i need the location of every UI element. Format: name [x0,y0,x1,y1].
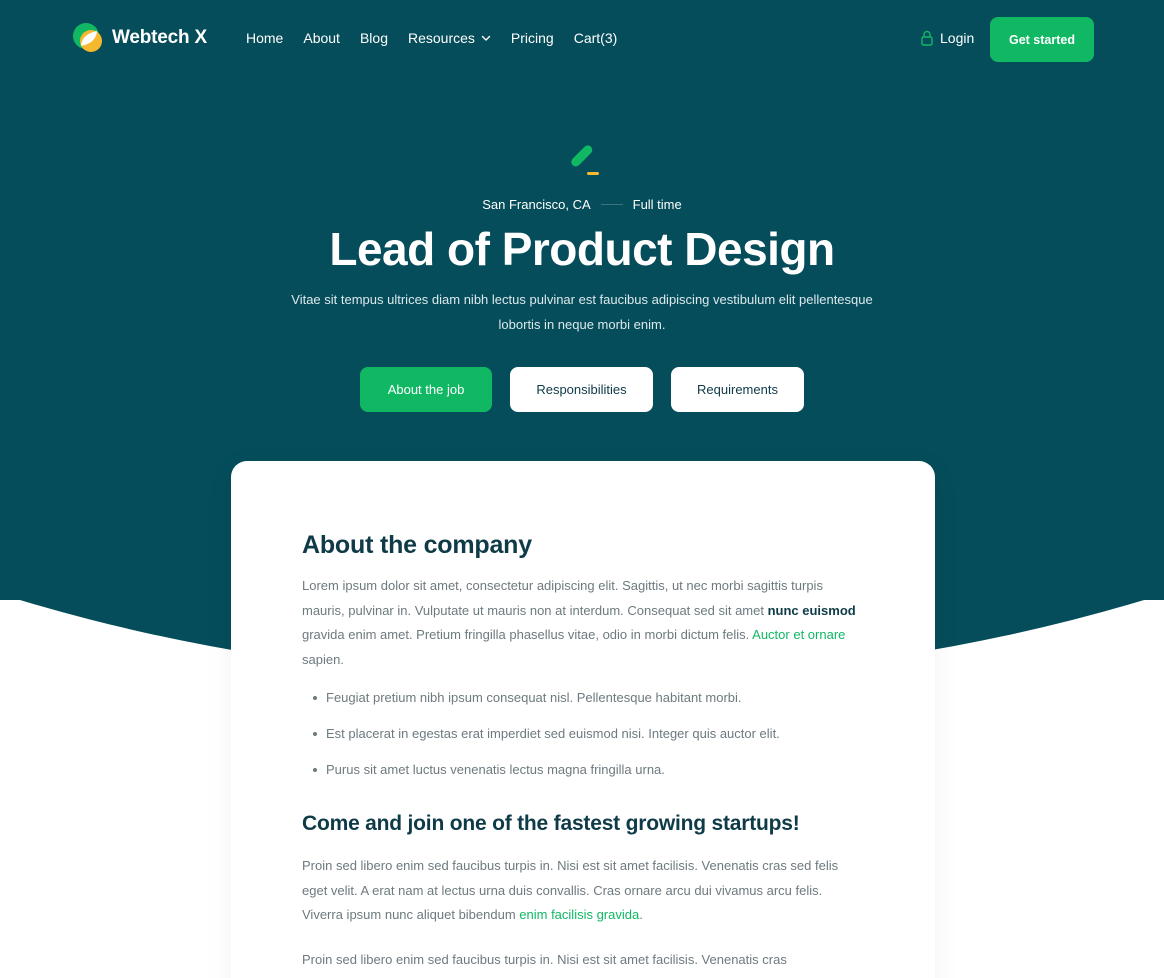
section-tabs: About the job Responsibilities Requireme… [360,367,822,412]
get-started-button[interactable]: Get started [990,17,1094,62]
about-company-paragraph: Lorem ipsum dolor sit amet, consectetur … [302,574,862,672]
brand-name: Webtech X [112,27,207,48]
tab-about-the-job[interactable]: About the job [360,367,492,412]
card-content: About the company Lorem ipsum dolor sit … [302,531,862,972]
nav-link-resources[interactable]: Resources [408,30,491,46]
extra-paragraph: Proin sed libero enim sed faucibus turpi… [302,951,787,967]
nav-links: Home About Blog Resources Pricing Cart(3… [246,30,637,46]
about-text-2: gravida enim amet. Pretium fringilla pha… [302,627,753,642]
nav-link-pricing[interactable]: Pricing [511,30,554,46]
join-text-link[interactable]: enim facilisis gravida [519,907,639,922]
meta-divider [600,204,623,205]
job-description-card: About the company Lorem ipsum dolor sit … [231,461,935,978]
login-label: Login [940,30,975,46]
pencil-icon [571,145,599,175]
about-text-bold: nunc euismod [767,602,856,618]
tab-responsibilities[interactable]: Responsibilities [510,367,653,412]
list-item: Purus sit amet luctus venenatis lectus m… [302,761,862,779]
job-meta: San Francisco, CA Full time [0,197,1164,212]
top-navigation: Webtech X Home About Blog Resources Pric… [0,0,1164,78]
join-paragraph: Proin sed libero enim sed faucibus turpi… [302,854,862,928]
tab-requirements[interactable]: Requirements [671,367,804,412]
page-subtitle: Vitae sit tempus ultrices diam nibh lect… [291,292,873,332]
about-text-3: sapien. [302,651,344,667]
about-bullet-list: Feugiat pretium nibh ipsum consequat nis… [302,689,862,779]
list-item: Est placerat in egestas erat imperdiet s… [302,725,862,743]
list-item: Feugiat pretium nibh ipsum consequat nis… [302,689,862,707]
about-text-1: Lorem ipsum dolor sit amet, consectetur … [302,578,823,618]
chevron-down-icon [481,35,491,41]
job-location: San Francisco, CA [482,197,591,212]
nav-link-cart[interactable]: Cart(3) [574,30,618,46]
join-text-2: . [639,907,643,922]
logo[interactable]: Webtech X [72,22,207,54]
nav-link-blog[interactable]: Blog [360,30,388,46]
lock-icon [921,30,933,46]
about-company-heading: About the company [302,531,532,559]
job-type: Full time [632,197,682,212]
about-text-link[interactable]: Auctor et ornare [752,627,845,642]
login-link[interactable]: Login [921,30,974,46]
join-heading: Come and join one of the fastest growing… [302,812,800,835]
page-title: Lead of Product Design [329,223,835,275]
nav-link-about[interactable]: About [303,30,340,46]
nav-link-home[interactable]: Home [246,30,283,46]
nav-link-resources-label: Resources [407,30,475,46]
logo-icon [73,23,102,52]
